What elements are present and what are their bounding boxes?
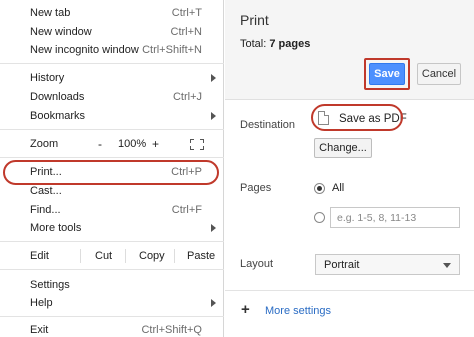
cut-button[interactable]: Cut	[95, 247, 112, 265]
zoom-out-button[interactable]: -	[98, 137, 102, 151]
plus-icon[interactable]: +	[241, 302, 250, 317]
menu-item-new-tab[interactable]: New tab Ctrl+T	[0, 4, 224, 22]
pages-custom-radio[interactable]	[314, 212, 325, 223]
menu-item-new-incognito-window[interactable]: New incognito window Ctrl+Shift+N	[0, 41, 224, 59]
menu-item-label: Settings	[30, 279, 70, 291]
print-header: Print Total: 7 pages Save Cancel	[225, 0, 474, 100]
destination-label: Destination	[240, 119, 296, 131]
chrome-menu: New tab Ctrl+T New window Ctrl+N New inc…	[0, 0, 224, 337]
total-label: Total:	[240, 38, 267, 50]
print-panel: Print Total: 7 pages Save Cancel Destina…	[225, 0, 474, 337]
menu-item-settings[interactable]: Settings	[0, 276, 224, 294]
destination-highlight-annotation	[311, 104, 403, 131]
menu-divider	[0, 129, 224, 130]
cancel-button[interactable]: Cancel	[417, 63, 461, 85]
menu-item-zoom: Zoom - 100% +	[0, 135, 224, 153]
menu-item-more-tools[interactable]: More tools	[0, 219, 224, 237]
menu-item-downloads[interactable]: Downloads Ctrl+J	[0, 88, 224, 106]
edit-divider	[80, 249, 81, 263]
menu-item-label: Find...	[30, 204, 61, 216]
menu-item-label: More tools	[30, 222, 82, 234]
zoom-level: 100%	[118, 138, 147, 150]
menu-item-label: Edit	[30, 250, 49, 262]
menu-item-new-window[interactable]: New window Ctrl+N	[0, 23, 224, 41]
layout-label: Layout	[240, 258, 274, 270]
dropdown-caret-icon	[443, 263, 451, 268]
menu-item-shortcut: Ctrl+F	[171, 204, 202, 216]
menu-item-label: New incognito window	[30, 44, 139, 56]
menu-divider	[0, 157, 224, 158]
menu-item-shortcut: Ctrl+T	[171, 7, 202, 19]
change-destination-button[interactable]: Change...	[314, 138, 372, 158]
menu-item-label: Help	[30, 297, 53, 309]
layout-select[interactable]: Portrait	[315, 254, 460, 275]
total-value: 7 pages	[269, 38, 311, 50]
menu-item-shortcut: Ctrl+N	[170, 26, 202, 38]
save-highlight-annotation	[364, 58, 410, 90]
copy-button[interactable]: Copy	[139, 247, 165, 265]
submenu-arrow-icon	[211, 74, 216, 82]
menu-item-shortcut: Ctrl+Shift+N	[142, 44, 202, 56]
menu-item-label: Exit	[30, 324, 49, 336]
total-pages: Total: 7 pages	[240, 38, 310, 50]
menu-divider	[0, 63, 224, 64]
menu-item-label: Cast...	[30, 185, 62, 197]
layout-selected-value: Portrait	[324, 258, 360, 271]
menu-item-label: Bookmarks	[30, 110, 86, 122]
pages-all-label: All	[332, 182, 345, 194]
submenu-arrow-icon	[211, 224, 216, 232]
footer-divider	[225, 290, 474, 291]
edit-divider	[125, 249, 126, 263]
menu-item-help[interactable]: Help	[0, 294, 224, 312]
menu-item-bookmarks[interactable]: Bookmarks	[0, 107, 224, 125]
print-highlight-annotation	[3, 160, 219, 185]
zoom-in-button[interactable]: +	[152, 137, 159, 151]
more-settings-link[interactable]: More settings	[265, 305, 331, 317]
menu-item-find[interactable]: Find... Ctrl+F	[0, 201, 224, 219]
menu-item-label: Zoom	[30, 138, 59, 150]
menu-item-shortcut: Ctrl+J	[172, 91, 202, 103]
menu-item-edit: Edit Cut Copy Paste	[0, 247, 224, 265]
menu-item-label: New tab	[30, 7, 71, 19]
pages-all-radio[interactable]	[314, 183, 325, 194]
menu-item-history[interactable]: History	[0, 69, 224, 87]
edit-divider	[174, 249, 175, 263]
print-title: Print	[240, 12, 269, 28]
menu-item-exit[interactable]: Exit Ctrl+Shift+Q	[0, 321, 224, 337]
pages-range-input[interactable]: e.g. 1-5, 8, 11-13	[330, 207, 460, 228]
fullscreen-icon[interactable]	[190, 139, 204, 150]
submenu-arrow-icon	[211, 299, 216, 307]
menu-item-label: Downloads	[30, 91, 85, 103]
paste-button[interactable]: Paste	[187, 247, 215, 265]
menu-item-label: History	[30, 72, 65, 84]
menu-item-shortcut: Ctrl+Shift+Q	[141, 324, 202, 336]
menu-divider	[0, 269, 224, 270]
menu-divider	[0, 316, 224, 317]
submenu-arrow-icon	[211, 112, 216, 120]
menu-item-label: New window	[30, 26, 92, 38]
menu-divider	[0, 241, 224, 242]
pages-label: Pages	[240, 182, 272, 194]
